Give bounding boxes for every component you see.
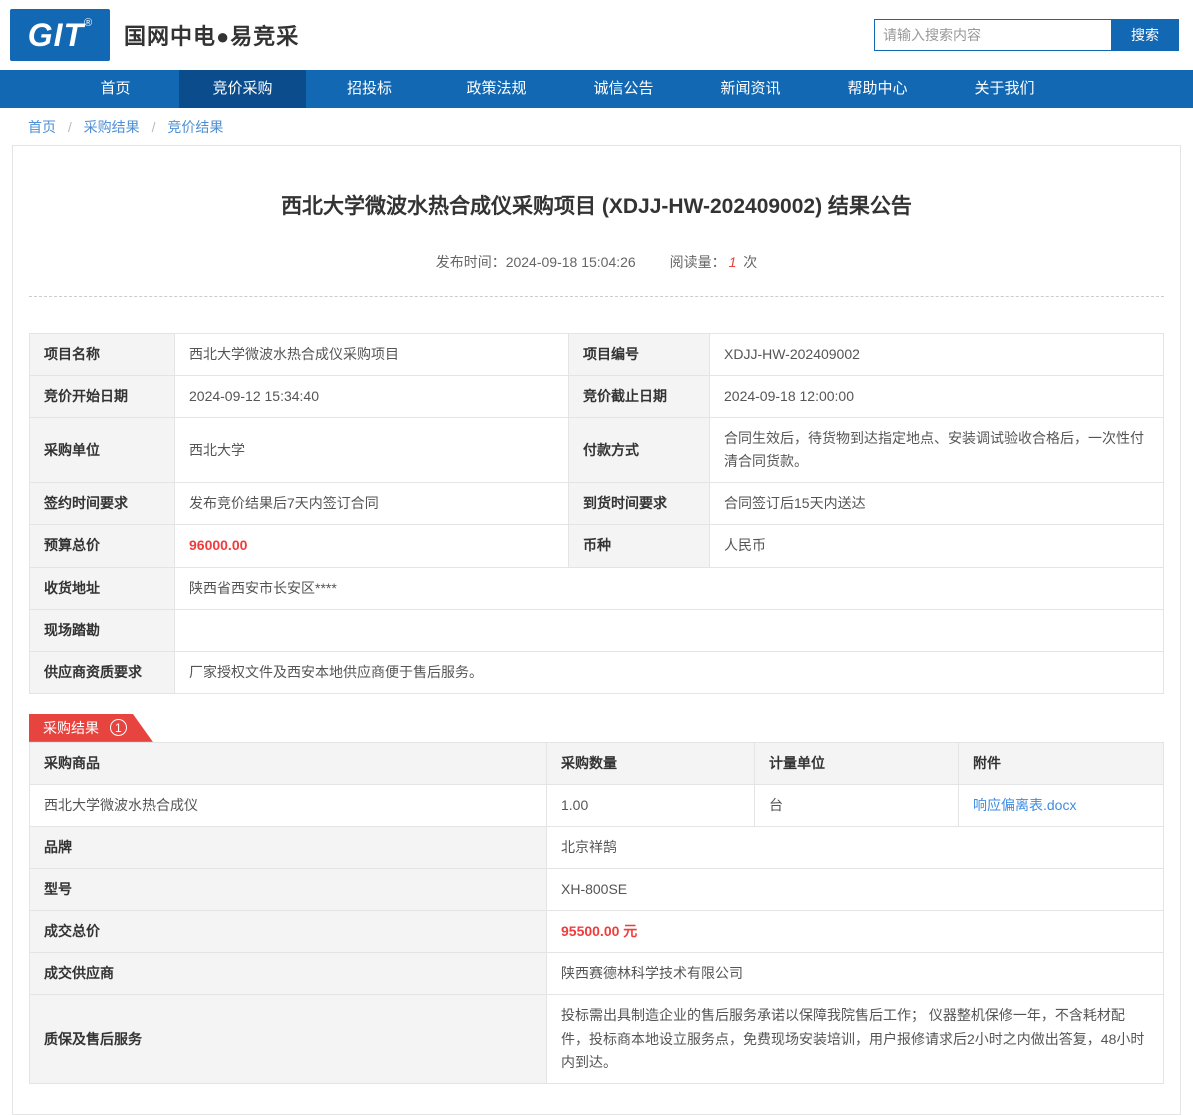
table-row: 项目名称 西北大学微波水热合成仪采购项目 项目编号 XDJJ-HW-202409… xyxy=(29,332,1164,377)
field-value: 合同生效后，待货物到达指定地点、安装调试验收合格后，一次性付清合同货款。 xyxy=(709,417,1164,484)
attachment-cell: 响应偏离表.docx xyxy=(958,783,1164,828)
publish-time-label: 发布时间： xyxy=(435,254,506,270)
breadcrumb-separator: / xyxy=(67,119,72,135)
table-row: 预算总价 96000.00 币种 人民币 xyxy=(29,524,1164,568)
breadcrumb: 首页 / 采购结果 / 竞价结果 xyxy=(0,108,1193,145)
product-quantity: 1.00 xyxy=(546,783,755,828)
deal-total-price: 95500.00 元 xyxy=(546,910,1164,954)
field-label: 型号 xyxy=(29,868,547,912)
search-area: 搜索 xyxy=(874,19,1179,51)
field-label: 现场踏勘 xyxy=(29,608,175,652)
procurement-result-table: 采购商品 采购数量 计量单位 附件 西北大学微波水热合成仪 1.00 台 响应偏… xyxy=(29,741,1164,1084)
table-header-row: 采购商品 采购数量 计量单位 附件 xyxy=(29,741,1164,785)
field-value: 人民币 xyxy=(709,524,1164,568)
nav-item-about-us[interactable]: 关于我们 xyxy=(941,70,1068,108)
nav-item-help-center[interactable]: 帮助中心 xyxy=(814,70,941,108)
field-label: 成交供应商 xyxy=(29,952,547,996)
field-label: 项目名称 xyxy=(29,332,175,377)
page-title: 西北大学微波水热合成仪采购项目 (XDJJ-HW-202409002) 结果公告 xyxy=(281,195,912,218)
procurement-result-section: 采购结果 1 采购商品 采购数量 计量单位 附件 西北大学微波水热合成仪 1.0… xyxy=(29,714,1164,1084)
warranty-service-value: 投标需出具制造企业的售后服务承诺以保障我院售后工作； 仪器整机保修一年，不含耗材… xyxy=(546,994,1164,1084)
field-value: 发布竞价结果后7天内签订合同 xyxy=(174,482,569,526)
field-label: 采购单位 xyxy=(29,417,175,484)
field-label: 到货时间要求 xyxy=(568,482,710,526)
site-title: 国网中电●易竞采 xyxy=(124,24,300,49)
project-info-table: 项目名称 西北大学微波水热合成仪采购项目 项目编号 XDJJ-HW-202409… xyxy=(29,332,1164,694)
field-value xyxy=(174,608,1164,652)
field-label: 供应商资质要求 xyxy=(29,650,175,694)
views-label: 阅读量： xyxy=(669,254,726,270)
table-row: 竞价开始日期 2024-09-12 15:34:40 竞价截止日期 2024-0… xyxy=(29,375,1164,419)
dashed-divider xyxy=(29,296,1164,297)
field-label: 签约时间要求 xyxy=(29,482,175,526)
breadcrumb-separator: / xyxy=(151,119,156,135)
field-value: 2024-09-12 15:34:40 xyxy=(174,375,569,419)
registered-trademark-icon: ® xyxy=(84,17,93,29)
table-row: 收货地址 陕西省西安市长安区**** xyxy=(29,566,1164,610)
search-input[interactable] xyxy=(874,19,1111,51)
field-label: 付款方式 xyxy=(568,417,710,484)
field-label: 成交总价 xyxy=(29,910,547,954)
model-value: XH-800SE xyxy=(546,868,1164,912)
announcement-card: 西北大学微波水热合成仪采购项目 (XDJJ-HW-202409002) 结果公告… xyxy=(12,145,1181,1115)
field-label: 收货地址 xyxy=(29,566,175,610)
nav-item-integrity-notice[interactable]: 诚信公告 xyxy=(560,70,687,108)
field-label: 竞价开始日期 xyxy=(29,375,175,419)
table-row: 供应商资质要求 厂家授权文件及西安本地供应商便于售后服务。 xyxy=(29,650,1164,694)
nav-item-bidding-procurement[interactable]: 竞价采购 xyxy=(179,70,306,108)
field-label: 币种 xyxy=(568,524,710,568)
table-row: 型号 XH-800SE xyxy=(29,868,1164,912)
main-nav: 首页 竞价采购 招投标 政策法规 诚信公告 新闻资讯 帮助中心 关于我们 xyxy=(0,70,1193,108)
column-header-quantity: 采购数量 xyxy=(546,741,755,785)
field-value: 西北大学 xyxy=(174,417,569,484)
budget-total-price: 96000.00 xyxy=(174,524,569,568)
result-count-badge: 1 xyxy=(110,719,127,736)
field-label: 竞价截止日期 xyxy=(568,375,710,419)
nav-item-policies[interactable]: 政策法规 xyxy=(433,70,560,108)
field-value: 西北大学微波水热合成仪采购项目 xyxy=(174,332,569,377)
column-header-unit: 计量单位 xyxy=(754,741,959,785)
field-value: XDJJ-HW-202409002 xyxy=(709,332,1164,377)
search-button[interactable]: 搜索 xyxy=(1111,19,1179,51)
result-ribbon-badge: 采购结果 1 xyxy=(29,714,153,742)
field-label: 质保及售后服务 xyxy=(29,994,547,1084)
attachment-link[interactable]: 响应偏离表.docx xyxy=(973,797,1076,813)
table-row: 签约时间要求 发布竞价结果后7天内签订合同 到货时间要求 合同签订后15天内送达 xyxy=(29,482,1164,526)
table-row: 采购单位 西北大学 付款方式 合同生效后，待货物到达指定地点、安装调试验收合格后… xyxy=(29,417,1164,484)
git-logo[interactable]: GIT ® xyxy=(10,9,110,61)
product-row: 西北大学微波水热合成仪 1.00 台 响应偏离表.docx xyxy=(29,783,1164,828)
field-label: 项目编号 xyxy=(568,332,710,377)
nav-item-news[interactable]: 新闻资讯 xyxy=(687,70,814,108)
table-row: 成交总价 95500.00 元 xyxy=(29,910,1164,954)
table-row: 现场踏勘 xyxy=(29,608,1164,652)
nav-item-tendering[interactable]: 招投标 xyxy=(306,70,433,108)
views-unit: 次 xyxy=(743,254,758,270)
table-row: 品牌 北京祥鹄 xyxy=(29,826,1164,870)
logo-text: GIT xyxy=(27,17,85,53)
views-count: 1 xyxy=(728,254,737,270)
publish-time-value: 2024-09-18 15:04:26 xyxy=(505,254,636,270)
breadcrumb-home[interactable]: 首页 xyxy=(28,119,56,135)
breadcrumb-bidding-results[interactable]: 竞价结果 xyxy=(167,119,223,135)
nav-item-home[interactable]: 首页 xyxy=(52,70,179,108)
field-value: 陕西省西安市长安区**** xyxy=(174,566,1164,610)
table-row: 成交供应商 陕西赛德林科学技术有限公司 xyxy=(29,952,1164,996)
breadcrumb-procurement-results[interactable]: 采购结果 xyxy=(84,119,140,135)
site-header: GIT ® 国网中电●易竞采 搜索 xyxy=(0,0,1193,70)
column-header-product: 采购商品 xyxy=(29,741,547,785)
article-meta: 发布时间：2024-09-18 15:04:26 阅读量： 1 次 xyxy=(29,252,1164,272)
column-header-attachment: 附件 xyxy=(958,741,1164,785)
field-value: 2024-09-18 12:00:00 xyxy=(709,375,1164,419)
table-row: 质保及售后服务 投标需出具制造企业的售后服务承诺以保障我院售后工作； 仪器整机保… xyxy=(29,994,1164,1084)
field-label: 品牌 xyxy=(29,826,547,870)
product-unit: 台 xyxy=(754,783,959,828)
brand-value: 北京祥鹄 xyxy=(546,826,1164,870)
field-label: 预算总价 xyxy=(29,524,175,568)
winning-supplier: 陕西赛德林科学技术有限公司 xyxy=(546,952,1164,996)
field-value: 厂家授权文件及西安本地供应商便于售后服务。 xyxy=(174,650,1164,694)
field-value: 合同签订后15天内送达 xyxy=(709,482,1164,526)
product-name: 西北大学微波水热合成仪 xyxy=(29,783,547,828)
result-badge-label: 采购结果 xyxy=(43,719,99,736)
